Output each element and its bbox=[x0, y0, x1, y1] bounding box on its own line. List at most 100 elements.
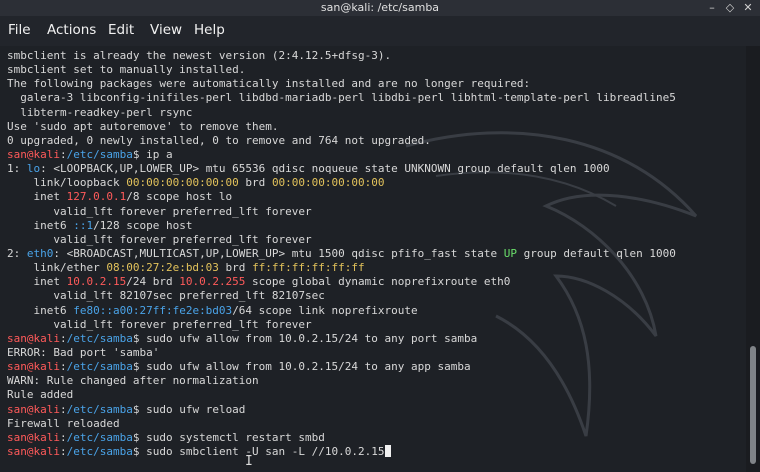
menu-help[interactable]: Help bbox=[194, 22, 225, 38]
output-line: valid_lft 82107sec preferred_lft 82107se… bbox=[7, 289, 325, 303]
output-segment: : <BROADCAST,MULTICAST,UP,LOWER_UP> mtu … bbox=[53, 246, 504, 260]
output-segment: brd bbox=[238, 176, 272, 190]
interface-name: lo bbox=[26, 162, 41, 176]
ip-address: 127.0.0.1 bbox=[66, 190, 127, 204]
output-line: inet6 fe80::a00:27ff:fe2e:bd03/64 scope … bbox=[7, 304, 676, 318]
output-segment: inet6 bbox=[7, 218, 74, 232]
mouse-ibeam-icon: I bbox=[245, 454, 253, 469]
command-line: san@kali:/etc/samba$ sudo ufw allow from… bbox=[7, 332, 676, 346]
output-line: Rule added bbox=[7, 388, 74, 402]
active-command-line[interactable]: san@kali:/etc/samba$ sudo smbclient -U s… bbox=[7, 444, 676, 459]
command-text: sudo ufw allow from 10.0.2.15/24 to any … bbox=[146, 331, 478, 345]
mac-address: 08:00:27:2e:bd:03 bbox=[106, 261, 219, 275]
state-up: UP bbox=[503, 246, 517, 260]
command-line: san@kali:/etc/samba$ sudo ufw allow from… bbox=[7, 360, 676, 374]
terminal-output[interactable]: smbclient is already the newest version … bbox=[0, 46, 746, 472]
output-segment: inet bbox=[7, 275, 67, 289]
output-line: 1: lo: <LOOPBACK,UP,LOWER_UP> mtu 65536 … bbox=[7, 162, 676, 176]
output-line: smbclient is already the newest version … bbox=[7, 49, 392, 62]
prompt-user: san@kali bbox=[7, 430, 60, 444]
interface-name: eth0 bbox=[26, 246, 54, 260]
prompt-separator: : bbox=[59, 331, 67, 345]
output-segment: brd bbox=[218, 261, 253, 275]
maximize-icon[interactable]: ◇ bbox=[724, 2, 736, 14]
terminal-window: san@kali: /etc/samba – ◇ ✕ File Actions … bbox=[0, 0, 760, 472]
output-line: inet6 ::1/128 scope host bbox=[7, 219, 676, 233]
command-text: ip a bbox=[146, 147, 173, 161]
prompt-separator: : bbox=[59, 430, 67, 444]
menu-bar: File Actions Edit View Help bbox=[0, 16, 760, 46]
output-line: The following packages were automaticall… bbox=[7, 77, 531, 91]
output-line: link/ether 08:00:27:2e:bd:03 brd ff:ff:f… bbox=[7, 261, 676, 275]
command-text: sudo ufw allow from 10.0.2.15/24 to any … bbox=[146, 360, 471, 374]
output-segment: link/ether bbox=[7, 261, 107, 275]
output-line: libterm-readkey-perl rsync bbox=[7, 105, 193, 119]
output-line: ERROR: Bad port 'samba' bbox=[7, 345, 160, 359]
text-cursor bbox=[384, 444, 391, 457]
close-icon[interactable]: ✕ bbox=[742, 2, 754, 14]
output-segment: link/loopback bbox=[7, 176, 127, 190]
mac-address: 00:00:00:00:00:00 bbox=[126, 176, 239, 190]
ipv6-address: ::1 bbox=[73, 218, 94, 232]
terminal-lines: smbclient is already the newest version … bbox=[7, 49, 676, 459]
output-line: 0 upgraded, 0 newly installed, 0 to remo… bbox=[7, 133, 431, 147]
prompt-dollar: $ bbox=[132, 331, 147, 345]
scrollbar-thumb[interactable] bbox=[750, 346, 756, 464]
output-segment: scope global dynamic noprefixroute eth0 bbox=[245, 275, 511, 289]
output-segment: inet6 bbox=[7, 303, 74, 317]
command-line: san@kali:/etc/samba$ sudo ufw reload bbox=[7, 403, 676, 417]
title-bar: san@kali: /etc/samba – ◇ ✕ bbox=[0, 0, 760, 16]
prompt-dollar: $ bbox=[132, 402, 147, 416]
vertical-scrollbar[interactable] bbox=[746, 46, 760, 472]
ip-address: 10.0.2.15 bbox=[66, 275, 127, 289]
prompt-user: san@kali bbox=[7, 331, 60, 345]
prompt-path: /etc/samba bbox=[66, 444, 133, 458]
prompt-user: san@kali bbox=[7, 402, 60, 416]
output-line: inet 127.0.0.1/8 scope host lo bbox=[7, 190, 676, 204]
output-line: valid_lft forever preferred_lft forever bbox=[7, 232, 312, 246]
output-line: valid_lft forever preferred_lft forever bbox=[7, 317, 312, 331]
prompt-user: san@kali bbox=[7, 147, 60, 161]
output-segment: /24 brd bbox=[126, 275, 180, 289]
command-text: sudo systemctl restart smbd bbox=[146, 430, 325, 444]
prompt-dollar: $ bbox=[132, 444, 147, 458]
output-line: valid_lft forever preferred_lft forever bbox=[7, 204, 312, 218]
command-input[interactable]: sudo smbclient -U san -L //10.0.2.15 bbox=[146, 445, 384, 458]
output-line: smbclient set to manually installed. bbox=[7, 63, 246, 77]
window-title: san@kali: /etc/samba bbox=[320, 1, 440, 14]
output-line: inet 10.0.2.15/24 brd 10.0.2.255 scope g… bbox=[7, 275, 676, 289]
prompt-path: /etc/samba bbox=[66, 147, 133, 161]
output-line: galera-3 libconfig-inifiles-perl libdbd-… bbox=[7, 91, 676, 105]
menu-file[interactable]: File bbox=[8, 22, 31, 38]
minimize-icon[interactable]: – bbox=[706, 2, 718, 14]
output-segment: /8 scope host lo bbox=[126, 190, 233, 204]
output-line: 2: eth0: <BROADCAST,MULTICAST,UP,LOWER_U… bbox=[7, 247, 676, 261]
output-segment: : <LOOPBACK,UP,LOWER_UP> mtu 65536 qdisc… bbox=[40, 162, 610, 176]
prompt-dollar: $ bbox=[132, 147, 147, 161]
output-line: Firewall reloaded bbox=[7, 416, 120, 430]
prompt-separator: : bbox=[59, 444, 67, 458]
command-text: sudo ufw reload bbox=[146, 402, 246, 416]
prompt-user: san@kali bbox=[7, 444, 60, 458]
menu-view[interactable]: View bbox=[150, 22, 182, 38]
output-segment: 2: bbox=[7, 246, 27, 260]
mac-address: 00:00:00:00:00:00 bbox=[271, 176, 385, 190]
output-segment: /64 scope link noprefixroute bbox=[232, 303, 418, 317]
output-segment: group default qlen 1000 bbox=[516, 246, 676, 260]
output-line: Use 'sudo apt autoremove' to remove them… bbox=[7, 119, 279, 133]
prompt-dollar: $ bbox=[132, 360, 147, 374]
prompt-path: /etc/samba bbox=[66, 360, 133, 374]
output-line: WARN: Rule changed after normalization bbox=[7, 374, 259, 388]
prompt-separator: : bbox=[59, 147, 67, 161]
ipv6-address: fe80::a00:27ff:fe2e:bd03 bbox=[73, 303, 233, 317]
prompt-path: /etc/samba bbox=[66, 430, 133, 444]
output-segment: 1: bbox=[7, 162, 27, 176]
output-line: link/loopback 00:00:00:00:00:00 brd 00:0… bbox=[7, 176, 676, 190]
mac-address: ff:ff:ff:ff:ff:ff bbox=[252, 261, 365, 275]
ip-address: 10.0.2.255 bbox=[179, 275, 246, 289]
prompt-user: san@kali bbox=[7, 360, 60, 374]
prompt-separator: : bbox=[59, 402, 67, 416]
command-line: san@kali:/etc/samba$ sudo systemctl rest… bbox=[7, 431, 676, 445]
menu-edit[interactable]: Edit bbox=[108, 22, 134, 38]
menu-actions[interactable]: Actions bbox=[47, 22, 96, 38]
